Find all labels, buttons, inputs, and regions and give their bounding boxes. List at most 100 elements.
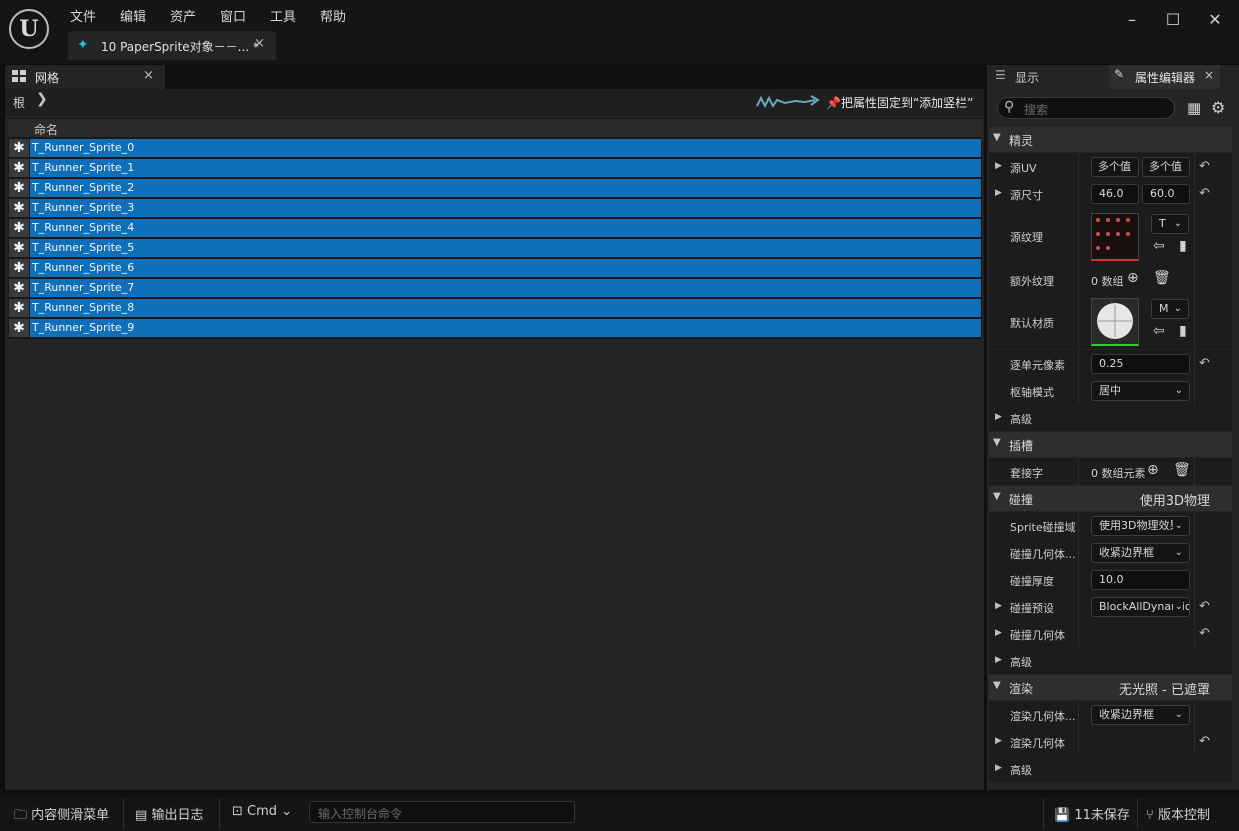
source-size-y[interactable]: 60.0 <box>1142 184 1190 204</box>
table-row[interactable]: ✱ T_Runner_Sprite_6 <box>9 259 981 277</box>
prop-source-uv: ▶ 源UV 多个值 多个值 ↶ <box>989 153 1232 180</box>
use-selected-icon[interactable]: ⇦ <box>1153 238 1165 254</box>
asterisk-icon: ✱ <box>9 159 29 177</box>
source-uv-y[interactable]: 多个值 <box>1142 157 1190 177</box>
save-icon: 💾 <box>1054 808 1071 823</box>
table-row[interactable]: ✱ T_Runner_Sprite_8 <box>9 299 981 317</box>
prop-sockets: 套接字 0 数组元素 ⊕ 🗑 <box>989 458 1232 485</box>
arrow-squiggle-icon <box>756 95 820 109</box>
column-header[interactable] <box>8 119 982 137</box>
asterisk-icon: ✱ <box>9 299 29 317</box>
document-tab-label: 10 PaperSprite对象－－... * <box>101 40 259 54</box>
reset-icon[interactable]: ↶ <box>1199 626 1210 641</box>
material-thumbnail[interactable] <box>1091 298 1139 346</box>
menu-edit[interactable]: 编辑 <box>120 6 146 25</box>
table-row[interactable]: ✱ T_Runner_Sprite_5 <box>9 239 981 257</box>
collapsed-arrow-icon: ▶ <box>995 655 1002 665</box>
table-row[interactable]: ✱ T_Runner_Sprite_2 <box>9 179 981 197</box>
trash-icon[interactable]: 🗑 <box>1153 270 1171 286</box>
expand-arrow-icon: ▼ <box>993 132 1001 143</box>
browse-icon[interactable]: ▮ <box>1179 238 1187 254</box>
prop-advanced[interactable]: ▶ 高级 <box>989 404 1232 431</box>
collapsed-arrow-icon: ▶ <box>995 188 1002 198</box>
section-sockets[interactable]: ▼ 插槽 <box>989 432 1232 457</box>
collapsed-arrow-icon: ▶ <box>995 628 1002 638</box>
table-view-icon[interactable]: ▦ <box>1187 99 1201 117</box>
paper-sprite-icon: ✦ <box>77 37 89 53</box>
unsaved-button[interactable]: 💾 11未保存 <box>1054 804 1130 823</box>
close-icon[interactable]: × <box>143 68 154 83</box>
close-window-button[interactable]: ✕ <box>1204 10 1226 30</box>
source-texture-dropdown[interactable]: T ⌄ <box>1151 214 1189 234</box>
column-header-name[interactable]: 命名 <box>34 121 58 138</box>
table-row[interactable]: ✱ T_Runner_Sprite_0 <box>9 139 981 157</box>
collision-domain-dropdown[interactable]: 使用3D物理效果 ⌄ <box>1091 516 1190 536</box>
prop-advanced[interactable]: ▶ 高级 <box>989 647 1232 674</box>
output-log-button[interactable]: ▤ 输出日志 <box>135 804 203 823</box>
tab-grid[interactable]: 网格 × <box>5 65 165 89</box>
prop-pivot-mode: 枢轴模式 居中 ⌄ <box>989 377 1232 404</box>
tab-grid-label: 网格 <box>35 71 60 85</box>
pixels-per-unit-input[interactable]: 0.25 <box>1091 354 1190 374</box>
reset-icon[interactable]: ↶ <box>1199 599 1210 614</box>
pivot-mode-dropdown[interactable]: 居中 ⌄ <box>1091 381 1190 401</box>
menu-asset[interactable]: 资产 <box>170 6 196 25</box>
menu-tools[interactable]: 工具 <box>270 6 296 25</box>
prop-collision-preset: ▶ 碰撞预设 BlockAllDynamic ⌄ ↶ <box>989 593 1232 620</box>
section-collision[interactable]: ▼ 碰撞 使用3D物理 <box>989 486 1232 511</box>
use-selected-icon[interactable]: ⇦ <box>1153 323 1165 339</box>
reset-icon[interactable]: ↶ <box>1199 159 1210 174</box>
section-sprite[interactable]: ▼ 精灵 <box>989 127 1232 152</box>
gear-icon[interactable]: ⚙ <box>1211 98 1225 117</box>
menu-help[interactable]: 帮助 <box>320 6 346 25</box>
search-placeholder: 搜索 <box>1024 103 1049 117</box>
table-row[interactable]: ✱ T_Runner_Sprite_7 <box>9 279 981 297</box>
content-drawer-button[interactable]: 🗀 内容侧滑菜单 <box>14 804 109 828</box>
render-geometry-type-dropdown[interactable]: 收紧边界框 ⌄ <box>1091 705 1190 725</box>
chevron-right-icon[interactable]: ❯ <box>36 91 48 107</box>
collision-preset-dropdown[interactable]: BlockAllDynamic ⌄ <box>1091 597 1190 617</box>
search-input[interactable]: ⚲ 搜索 <box>997 97 1175 119</box>
add-icon[interactable]: ⊕ <box>1127 270 1139 286</box>
texture-thumbnail[interactable] <box>1091 213 1139 261</box>
asterisk-icon: ✱ <box>9 219 29 237</box>
cmd-dropdown[interactable]: ⊡ Cmd ⌄ <box>232 804 292 819</box>
collision-geometry-type-dropdown[interactable]: 收紧边界框 ⌄ <box>1091 543 1190 563</box>
source-uv-x[interactable]: 多个值 <box>1091 157 1139 177</box>
table-row[interactable]: ✱ T_Runner_Sprite_4 <box>9 219 981 237</box>
list-icon: ☰ <box>995 68 1006 82</box>
reset-icon[interactable]: ↶ <box>1199 734 1210 749</box>
source-control-button[interactable]: ⑂ 版本控制 <box>1146 804 1210 823</box>
maximize-button[interactable]: ☐ <box>1162 10 1184 30</box>
prop-advanced[interactable]: ▶ 高级 <box>989 755 1232 782</box>
prop-source-texture: 源纹理 T ⌄ ⇦ ▮ <box>989 207 1232 265</box>
close-icon[interactable]: × <box>254 36 265 51</box>
menu-window[interactable]: 窗口 <box>220 6 246 25</box>
collision-thickness-input[interactable]: 10.0 <box>1091 570 1190 590</box>
divider <box>123 799 124 829</box>
table-row[interactable]: ✱ T_Runner_Sprite_3 <box>9 199 981 217</box>
breadcrumb-root[interactable]: 根 <box>13 94 25 111</box>
trash-icon[interactable]: 🗑 <box>1173 462 1191 478</box>
reset-icon[interactable]: ↶ <box>1199 356 1210 371</box>
close-icon[interactable]: × <box>1204 68 1214 82</box>
divider <box>219 799 220 829</box>
tab-display[interactable]: 显示 <box>1015 69 1039 86</box>
table-row[interactable]: ✱ T_Runner_Sprite_9 <box>9 319 981 337</box>
folder-icon: 🗀 <box>14 808 28 823</box>
browse-icon[interactable]: ▮ <box>1179 323 1187 339</box>
default-material-dropdown[interactable]: M ⌄ <box>1151 299 1189 319</box>
tab-property-editor-label: 属性编辑器 <box>1135 71 1196 85</box>
prop-collision-geometry: ▶ 碰撞几何体 ↶ <box>989 620 1232 647</box>
asterisk-icon: ✱ <box>9 239 29 257</box>
document-tab[interactable]: ✦ 10 PaperSprite对象－－... * × <box>68 31 276 60</box>
table-row[interactable]: ✱ T_Runner_Sprite_1 <box>9 159 981 177</box>
unreal-logo-icon[interactable]: U <box>9 9 49 49</box>
minimize-button[interactable]: – <box>1121 10 1143 30</box>
section-render[interactable]: ▼ 渲染 无光照 - 已遮罩 <box>989 675 1232 700</box>
source-size-x[interactable]: 46.0 <box>1091 184 1139 204</box>
console-command-input[interactable]: 输入控制台命令 <box>309 801 575 823</box>
reset-icon[interactable]: ↶ <box>1199 186 1210 201</box>
add-icon[interactable]: ⊕ <box>1147 462 1159 478</box>
menu-file[interactable]: 文件 <box>70 6 96 25</box>
